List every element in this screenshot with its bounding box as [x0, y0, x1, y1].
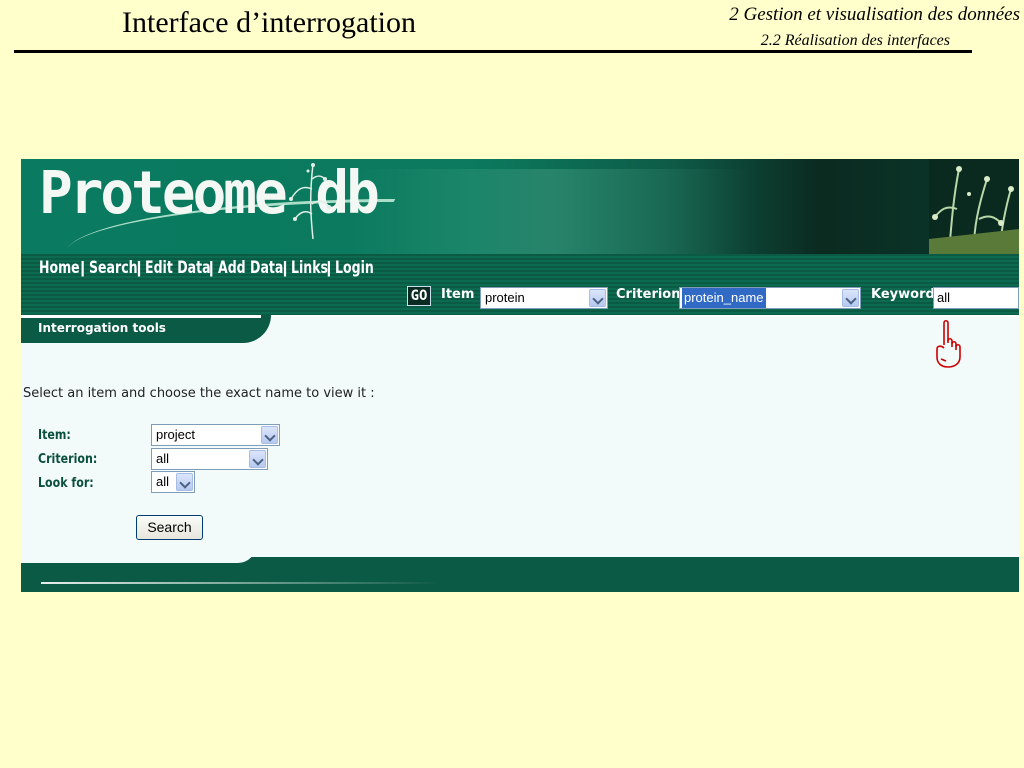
chevron-down-icon[interactable]: [176, 473, 193, 491]
main-navbar: Home | Search | Edit Data | Add Data | Links | Log…: [21, 254, 1019, 282]
nav-link-login[interactable]: Login: [335, 258, 374, 278]
lookfor-label: Look for:: [38, 476, 94, 491]
criterion-label: Criterion:: [38, 452, 98, 467]
item-label: Item:: [38, 428, 71, 443]
app-banner: Proteome db: [21, 159, 1019, 254]
go-button[interactable]: GO: [407, 286, 431, 306]
slide-section: 2 Gestion et visualisation des données: [729, 4, 1020, 25]
slide-subsection: 2.2 Réalisation des interfaces: [760, 32, 950, 49]
chevron-down-icon[interactable]: [842, 289, 859, 307]
quick-item-label: Item :: [441, 287, 485, 302]
nav-link-home[interactable]: Home: [39, 258, 80, 278]
nav-separator: |: [80, 258, 85, 277]
chevron-down-icon[interactable]: [261, 426, 278, 444]
nav-links: Home | Search | Edit Data | Add Data | Links | Log…: [39, 258, 375, 278]
tools-header: Interrogation tools: [21, 315, 1019, 343]
banner-glow: [351, 169, 751, 254]
slide-divider: [14, 50, 972, 53]
footer-line: [41, 582, 441, 584]
plant-icon: [289, 163, 331, 239]
slide-title: Interface d’interrogation: [122, 6, 417, 39]
lookfor-select[interactable]: all: [151, 471, 195, 493]
nav-link-links[interactable]: Links: [291, 258, 328, 278]
quick-criterion-select[interactable]: protein_name: [679, 287, 861, 309]
nav-link-search[interactable]: Search: [89, 258, 138, 278]
quick-search-bar: GO Item : protein Criterion : protein_na…: [21, 282, 1019, 315]
quick-item-select[interactable]: protein: [480, 287, 608, 309]
plant-icon: [929, 159, 1019, 254]
pointing-hand-icon: [936, 319, 961, 368]
app-footer: [21, 545, 1019, 592]
footer-curve: [21, 545, 256, 563]
chevron-down-icon[interactable]: [249, 450, 266, 468]
search-button[interactable]: Search: [136, 515, 203, 540]
item-select[interactable]: project: [151, 424, 280, 446]
tools-label: Interrogation tools: [38, 321, 166, 335]
app-screenshot: Proteome db Home | Search | Edit Data | …: [21, 159, 1019, 592]
intro-text: Select an item and choose the exact name…: [23, 386, 375, 401]
criterion-select[interactable]: all: [151, 448, 268, 470]
chevron-down-icon[interactable]: [589, 289, 606, 307]
quick-keyword-input[interactable]: all: [933, 287, 1019, 309]
nav-link-add-data[interactable]: Add Data: [218, 258, 283, 278]
nav-link-edit-data[interactable]: Edit Data: [145, 258, 211, 278]
